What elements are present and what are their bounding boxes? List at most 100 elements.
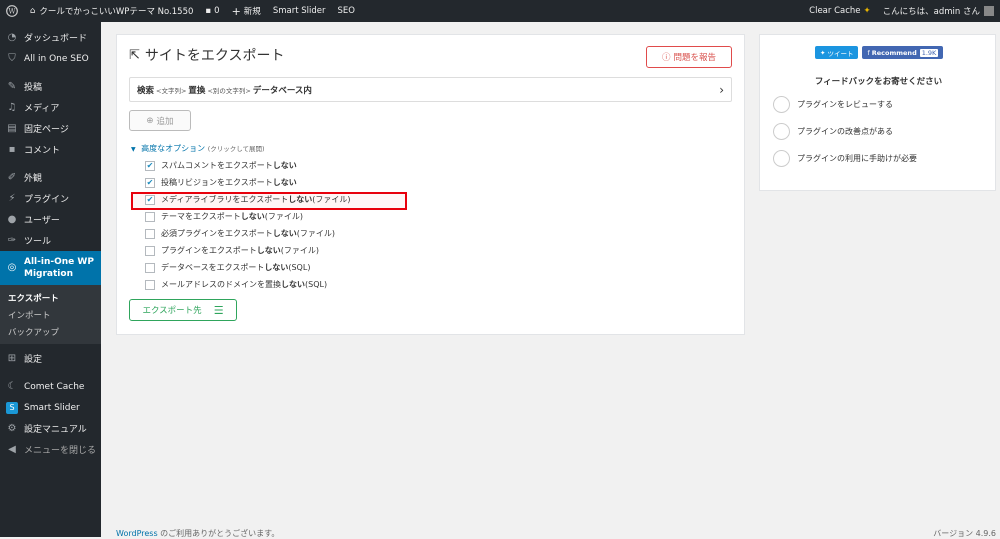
menu-icon: ☰ [213,303,224,317]
checkbox[interactable] [145,211,155,222]
menu-media[interactable]: ♫ メディア [0,97,101,118]
feedback-option-review[interactable]: プラグインをレビューする [773,96,893,113]
menu-label: コメント [24,146,61,156]
submenu-export[interactable]: エクスポート [0,289,101,306]
social-buttons: ✦ ツイート f Recommend 1.9K [815,46,944,59]
menu-all-in-one-seo[interactable]: ⛉ All in One SEO [0,48,101,69]
radio-button[interactable] [773,123,790,140]
menu-label: 外観 [24,174,43,184]
menu-posts[interactable]: ✎ 投稿 [0,76,101,97]
checkbox[interactable] [145,262,155,273]
menu-label: 設定 [24,355,43,365]
menu-label: ダッシュボード [24,34,88,44]
feedback-option-improvement[interactable]: プラグインの改善点がある [773,123,893,140]
menu-appearance[interactable]: ✐ 外観 [0,167,101,188]
smart-slider-link[interactable]: Smart Slider [267,0,332,22]
facebook-icon: f [867,48,870,57]
checkbox[interactable]: ✔ [145,194,155,205]
find-replace-bar[interactable]: 検索 <文字列> 置換 <別の文字列> データベース内 › [129,77,732,102]
plugin-icon: ⚡ [8,193,16,204]
menu-plugins[interactable]: ⚡ プラグイン [0,188,101,209]
menu-all-in-one-wp-migration[interactable]: ◎ All-in-One WP Migration [0,251,101,285]
tweet-button[interactable]: ✦ ツイート [815,46,859,59]
seo-link[interactable]: SEO [331,0,360,22]
migration-icon: ◎ [7,262,17,273]
chevron-right-icon: › [719,82,724,97]
find-label: 検索 [137,85,155,96]
option-media-library[interactable]: ✔ メディアライブラリをエクスポート しない (ファイル) [145,194,350,205]
checkbox[interactable] [145,245,155,256]
plus-icon: + [231,4,241,18]
radio-button[interactable] [773,96,790,113]
clear-cache-link[interactable]: Clear Cache ✦ [803,0,877,22]
advanced-options-toggle[interactable]: ▼ 高度なオプション (クリックして展開) [131,143,265,154]
twitter-icon: ✦ [820,48,826,57]
option-label-pre: 必須プラグインをエクスポート [161,229,273,238]
gear-icon: ⚙ [7,423,17,434]
add-button[interactable]: ⊕ 追加 [129,110,191,131]
user-icon: ● [7,214,17,225]
checkbox[interactable]: ✔ [145,177,155,188]
add-label: 追加 [156,116,174,127]
clear-cache-label: Clear Cache [809,6,861,16]
checkbox[interactable]: ✔ [145,160,155,171]
comments-link[interactable]: ▪ 0 [199,0,225,22]
option-plugins[interactable]: プラグインをエクスポート しない (ファイル) [145,245,319,256]
checkbox[interactable] [145,279,155,290]
menu-settings[interactable]: ⊞ 設定 [0,348,101,369]
option-must-use-plugins[interactable]: 必須プラグインをエクスポート しない (ファイル) [145,228,335,239]
replace-placeholder: <別の文字列> [207,86,251,95]
report-problem-button[interactable]: ⓘ 問題を報告 [646,46,732,68]
recommend-count: 1.9K [919,48,939,57]
submenu-backup[interactable]: バックアップ [0,323,101,340]
page-icon: ▤ [7,123,17,134]
recommend-button[interactable]: f Recommend 1.9K [862,46,944,59]
option-email-domain[interactable]: メールアドレスのドメインを置換 しない (SQL) [145,279,327,290]
option-post-revisions[interactable]: ✔ 投稿リビジョンをエクスポート しない [145,177,297,188]
menu-users[interactable]: ● ユーザー [0,209,101,230]
option-label-pre: 投稿リビジョンをエクスポート [161,178,273,187]
menu-smart-slider[interactable]: S Smart Slider [0,397,101,418]
feedback-option-help[interactable]: プラグインの利用に手助けが必要 [773,150,917,167]
tweet-label: ツイート [827,49,854,58]
export-to-button[interactable]: エクスポート先 ☰ [129,299,237,321]
option-label-post: (SQL) [305,280,328,289]
menu-settings-manual[interactable]: ⚙ 設定マニュアル [0,418,101,439]
account-menu[interactable]: こんにちは、admin さん [877,0,1000,22]
report-label: 問題を報告 [673,53,717,63]
menu-collapse[interactable]: ◀ メニューを閉じる [0,439,101,460]
option-label-post: (SQL) [288,263,311,272]
checkbox[interactable] [145,228,155,239]
comet-icon: ☾ [7,381,17,392]
radio-button[interactable] [773,150,790,167]
menu-pages[interactable]: ▤ 固定ページ [0,118,101,139]
version-text: バージョン 4.9.6 [933,529,996,538]
feedback-panel: ✦ ツイート f Recommend 1.9K フィードバックをお寄せください プラグ… [759,34,996,191]
option-label-bold: しない [288,195,313,204]
avatar [984,6,994,16]
site-name-link[interactable]: ⌂ クールでかっこいいWPテーマ No.1550 [24,0,199,22]
option-label-post: (ファイル) [312,195,351,204]
export-panel: ⇱ サイトをエクスポート ⓘ 問題を報告 検索 <文字列> 置換 <別の文字列>… [116,34,745,335]
home-icon: ⌂ [30,6,36,16]
option-label-pre: メールアドレスのドメインを置換 [161,280,281,289]
menu-label: ユーザー [24,216,60,226]
feedback-option-label: プラグインの改善点がある [797,127,893,136]
option-label-post: (ファイル) [280,246,320,255]
menu-tools[interactable]: ✑ ツール [0,230,101,251]
menu-comments[interactable]: ▪ コメント [0,139,101,160]
option-spam-comments[interactable]: ✔ スパムコメントをエクスポート しない [145,160,297,171]
option-label-bold: しない [281,280,305,289]
option-themes[interactable]: テーマをエクスポート しない (ファイル) [145,211,303,222]
menu-dashboard[interactable]: ◔ ダッシュボード [0,27,101,48]
option-database[interactable]: データベースをエクスポート しない (SQL) [145,262,310,273]
option-label-pre: テーマをエクスポート [161,212,241,221]
menu-comet-cache[interactable]: ☾ Comet Cache [0,376,101,397]
new-content-link[interactable]: + 新規 [226,0,267,22]
option-label-post: (ファイル) [296,229,336,238]
page-title-text: サイトをエクスポート [144,48,285,64]
recommend-label: Recommend [871,48,917,57]
dashboard-icon: ◔ [7,32,17,43]
submenu-import[interactable]: インポート [0,306,101,323]
wordpress-logo-icon[interactable]: W [0,0,24,22]
